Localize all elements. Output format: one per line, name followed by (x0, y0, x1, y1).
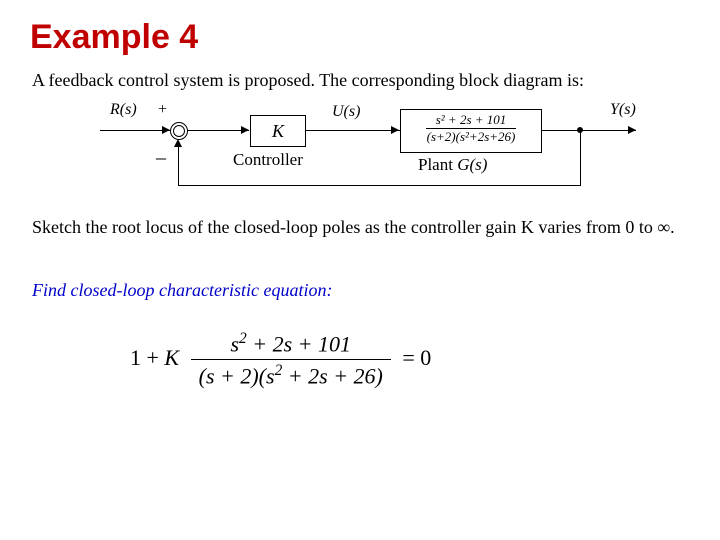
feedback-up (178, 147, 179, 186)
u-label: U(s) (332, 103, 360, 121)
controller-label: Controller (233, 150, 303, 170)
minus-sign: _ (156, 140, 166, 163)
plant-numerator: s² + 2s + 101 (426, 112, 516, 129)
eq-denominator: (s + 2)(s2 + 2s + 26) (191, 360, 391, 389)
eq-lead: 1 + K (130, 345, 179, 370)
r-label: R(s) (110, 101, 137, 119)
plant-box: s² + 2s + 101 (s+2)(s²+2s+26) (400, 109, 542, 153)
sketch-text: Sketch the root locus of the closed-loop… (32, 215, 682, 239)
controller-box: K (250, 115, 306, 147)
feedback-across (178, 185, 581, 186)
eq-tail: = 0 (402, 345, 431, 370)
arrow-sum-k-icon (241, 126, 249, 134)
eq-numerator: s2 + 2s + 101 (191, 330, 391, 360)
plus-sign: + (158, 101, 167, 119)
arrow-k-plant-icon (391, 126, 399, 134)
block-diagram: R(s) + _ K Controller U(s) s² + 2s + 101… (80, 95, 640, 195)
line-in (100, 130, 170, 131)
y-label: Y(s) (610, 101, 636, 119)
find-text: Find closed-loop characteristic equation… (32, 280, 332, 301)
characteristic-equation: 1 + K s2 + 2s + 101 (s + 2)(s2 + 2s + 26… (130, 330, 431, 390)
arrow-feedback-icon (174, 139, 182, 147)
page-title: Example 4 (30, 18, 198, 57)
arrow-in-icon (162, 126, 170, 134)
line-sum-k (187, 130, 249, 131)
summing-junction-inner (173, 125, 185, 137)
line-out (541, 130, 636, 131)
plant-denominator: (s+2)(s²+2s+26) (421, 129, 521, 144)
arrow-out-icon (628, 126, 636, 134)
eq-fraction: s2 + 2s + 101 (s + 2)(s2 + 2s + 26) (191, 330, 391, 390)
line-k-plant (305, 130, 400, 131)
intro-text: A feedback control system is proposed. T… (32, 70, 584, 91)
feedback-down (580, 130, 581, 185)
plant-label: Plant G(s) (418, 155, 487, 175)
